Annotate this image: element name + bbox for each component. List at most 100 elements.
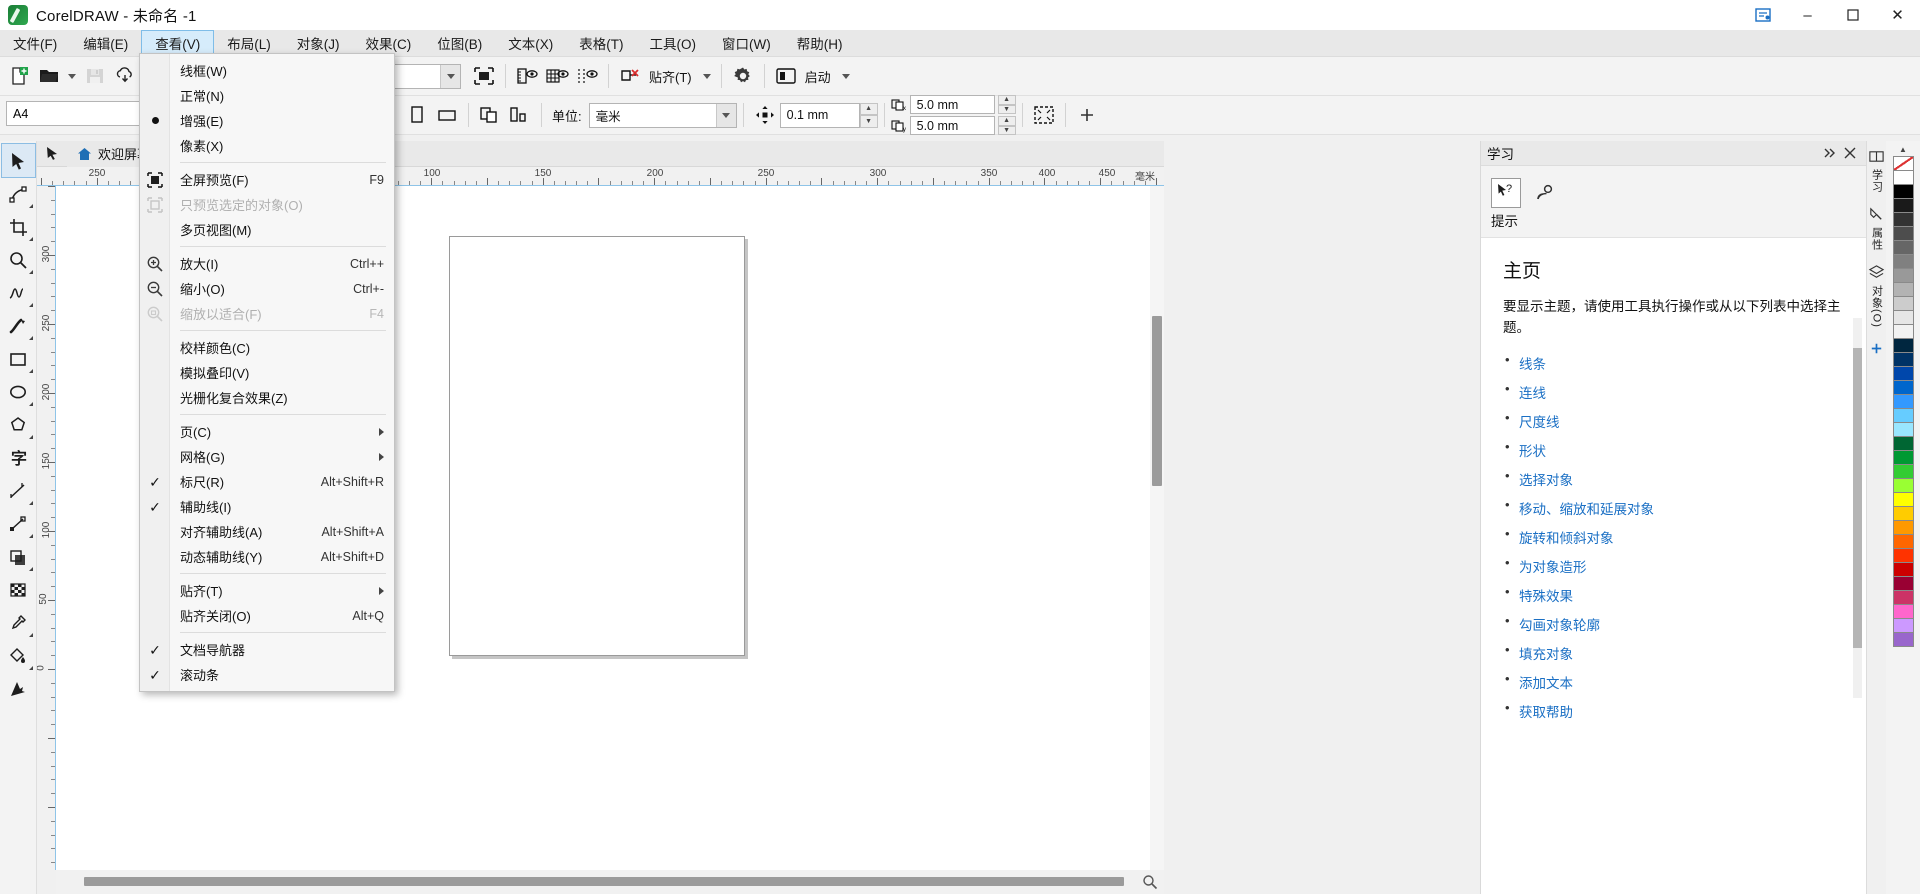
close-icon[interactable] xyxy=(1840,142,1860,164)
color-swatch[interactable] xyxy=(1893,254,1914,269)
color-swatch[interactable] xyxy=(1893,478,1914,493)
flyout-arrow-icon[interactable] xyxy=(29,633,33,637)
flyout-arrow-icon[interactable] xyxy=(29,237,33,241)
color-swatch[interactable] xyxy=(1893,590,1914,605)
menu-item-22[interactable]: 动态辅助线(Y)Alt+Shift+D xyxy=(140,544,394,569)
palette-scroll-up-icon[interactable]: ▲ xyxy=(1892,143,1914,156)
flyout-arrow-icon[interactable] xyxy=(29,336,33,340)
color-swatch[interactable] xyxy=(1893,338,1914,353)
minimize-button[interactable]: – xyxy=(1785,0,1830,30)
topic-link[interactable]: 旋转和倾斜对象 xyxy=(1519,531,1614,546)
units-combo[interactable]: 毫米 xyxy=(589,103,737,128)
freehand-tool[interactable] xyxy=(2,276,35,309)
menu-item-9[interactable]: 放大(I)Ctrl++ xyxy=(140,251,394,276)
menu-item-10[interactable]: 缩小(O)Ctrl+- xyxy=(140,276,394,301)
shape-tool[interactable] xyxy=(2,177,35,210)
menu-item-7[interactable]: 多页视图(M) xyxy=(140,217,394,242)
current-page-button[interactable] xyxy=(505,100,535,130)
color-swatch[interactable] xyxy=(1893,548,1914,563)
color-swatch[interactable] xyxy=(1893,296,1914,311)
docker-scrollbar[interactable] xyxy=(1853,318,1862,698)
rail-label[interactable]: 学习 xyxy=(1869,165,1885,197)
menu-item-24[interactable]: 贴齐(T) xyxy=(140,578,394,603)
zoom-status-icon[interactable] xyxy=(1142,874,1158,890)
launch-dropdown-button[interactable] xyxy=(838,61,854,91)
color-swatch[interactable] xyxy=(1893,506,1914,521)
all-pages-button[interactable] xyxy=(475,100,505,130)
topic-link[interactable]: 选择对象 xyxy=(1519,473,1573,488)
menu-item-21[interactable]: 对齐辅助线(A)Alt+Shift+A xyxy=(140,519,394,544)
rail-group[interactable]: 学习 xyxy=(1868,147,1886,197)
chevrons-right-icon[interactable] xyxy=(1820,142,1840,164)
duplicate-y-input[interactable]: 5.0 mm xyxy=(910,116,995,135)
objects-icon[interactable] xyxy=(1868,263,1886,281)
menu-table[interactable]: 表格(T) xyxy=(566,30,636,56)
stepper-down-icon[interactable]: ▼ xyxy=(998,126,1016,136)
pick-tool[interactable] xyxy=(2,144,35,177)
rail-group[interactable] xyxy=(1868,340,1886,358)
menu-item-14[interactable]: 模拟叠印(V) xyxy=(140,360,394,385)
color-swatch[interactable] xyxy=(1893,282,1914,297)
menu-item-13[interactable]: 校样颜色(C) xyxy=(140,335,394,360)
show-grid-button[interactable] xyxy=(542,61,572,91)
topic-link[interactable]: 获取帮助 xyxy=(1519,705,1573,720)
pick-tool-strip[interactable] xyxy=(37,141,67,167)
color-swatch[interactable] xyxy=(1893,310,1914,325)
color-swatch[interactable] xyxy=(1893,212,1914,227)
launch-button[interactable] xyxy=(771,61,801,91)
stepper-up-icon[interactable]: ▲ xyxy=(998,95,1016,105)
stepper-up-icon[interactable]: ▲ xyxy=(998,116,1016,126)
vertical-ruler[interactable]: 300250200150100500 xyxy=(37,186,56,870)
menu-item-20[interactable]: ✓辅助线(I) xyxy=(140,494,394,519)
color-swatch[interactable] xyxy=(1893,268,1914,283)
flyout-arrow-icon[interactable] xyxy=(29,666,33,670)
color-swatch[interactable] xyxy=(1893,464,1914,479)
stepper-up-icon[interactable]: ▲ xyxy=(860,103,878,116)
menu-item-1[interactable]: 正常(N) xyxy=(140,83,394,108)
color-swatch[interactable] xyxy=(1893,604,1914,619)
topic-link[interactable]: 为对象造形 xyxy=(1519,560,1587,575)
polygon-tool[interactable] xyxy=(2,408,35,441)
connector-tool[interactable] xyxy=(2,507,35,540)
interactive-fill-tool[interactable] xyxy=(2,639,35,672)
menu-item-17[interactable]: 页(C) xyxy=(140,419,394,444)
nudge-distance-input[interactable]: 0.1 mm xyxy=(780,103,860,128)
duplicate-y-stepper[interactable]: ▲▼ xyxy=(998,116,1016,135)
flyout-arrow-icon[interactable] xyxy=(29,270,33,274)
full-screen-preview-button[interactable] xyxy=(469,61,499,91)
topic-link[interactable]: 移动、缩放和延展对象 xyxy=(1519,502,1654,517)
parallel-dimension-tool[interactable] xyxy=(2,474,35,507)
scroll-thumb[interactable] xyxy=(84,877,1124,886)
topic-link[interactable]: 特殊效果 xyxy=(1519,589,1573,604)
community-person-icon[interactable] xyxy=(1531,178,1561,208)
flyout-arrow-icon[interactable] xyxy=(29,534,33,538)
topic-link[interactable]: 尺度线 xyxy=(1519,415,1560,430)
rail-label[interactable]: 属性 xyxy=(1869,223,1885,255)
menu-item-18[interactable]: 网格(G) xyxy=(140,444,394,469)
color-swatch[interactable] xyxy=(1893,240,1914,255)
canvas-horizontal-scrollbar[interactable] xyxy=(56,870,1164,894)
nudge-stepper[interactable]: ▲▼ xyxy=(860,103,878,128)
menu-edit[interactable]: 编辑(E) xyxy=(70,30,141,56)
ellipse-tool[interactable] xyxy=(2,375,35,408)
text-tool[interactable]: 字 xyxy=(2,441,35,474)
menu-file[interactable]: 文件(F) xyxy=(0,30,70,56)
color-swatch[interactable] xyxy=(1893,436,1914,451)
menu-bitmap[interactable]: 位图(B) xyxy=(424,30,495,56)
topic-link[interactable]: 连线 xyxy=(1519,386,1546,401)
rail-group[interactable]: 属性 xyxy=(1868,205,1886,255)
open-dropdown-button[interactable] xyxy=(64,61,80,91)
edit-bleed-button[interactable] xyxy=(1029,100,1059,130)
menu-item-3[interactable]: 像素(X) xyxy=(140,133,394,158)
topic-link[interactable]: 线条 xyxy=(1519,357,1546,372)
topic-link[interactable]: 添加文本 xyxy=(1519,676,1573,691)
flyout-arrow-icon[interactable] xyxy=(29,435,33,439)
close-button[interactable]: ✕ xyxy=(1875,0,1920,30)
menu-item-0[interactable]: 线框(W) xyxy=(140,58,394,83)
add-toolbar-item-button[interactable] xyxy=(1072,100,1102,130)
chevron-down-icon[interactable] xyxy=(440,65,460,88)
crop-tool[interactable] xyxy=(2,210,35,243)
rectangle-tool[interactable] xyxy=(2,342,35,375)
cursor-question-icon[interactable]: ? xyxy=(1491,178,1521,208)
snap-off-button[interactable] xyxy=(615,61,645,91)
